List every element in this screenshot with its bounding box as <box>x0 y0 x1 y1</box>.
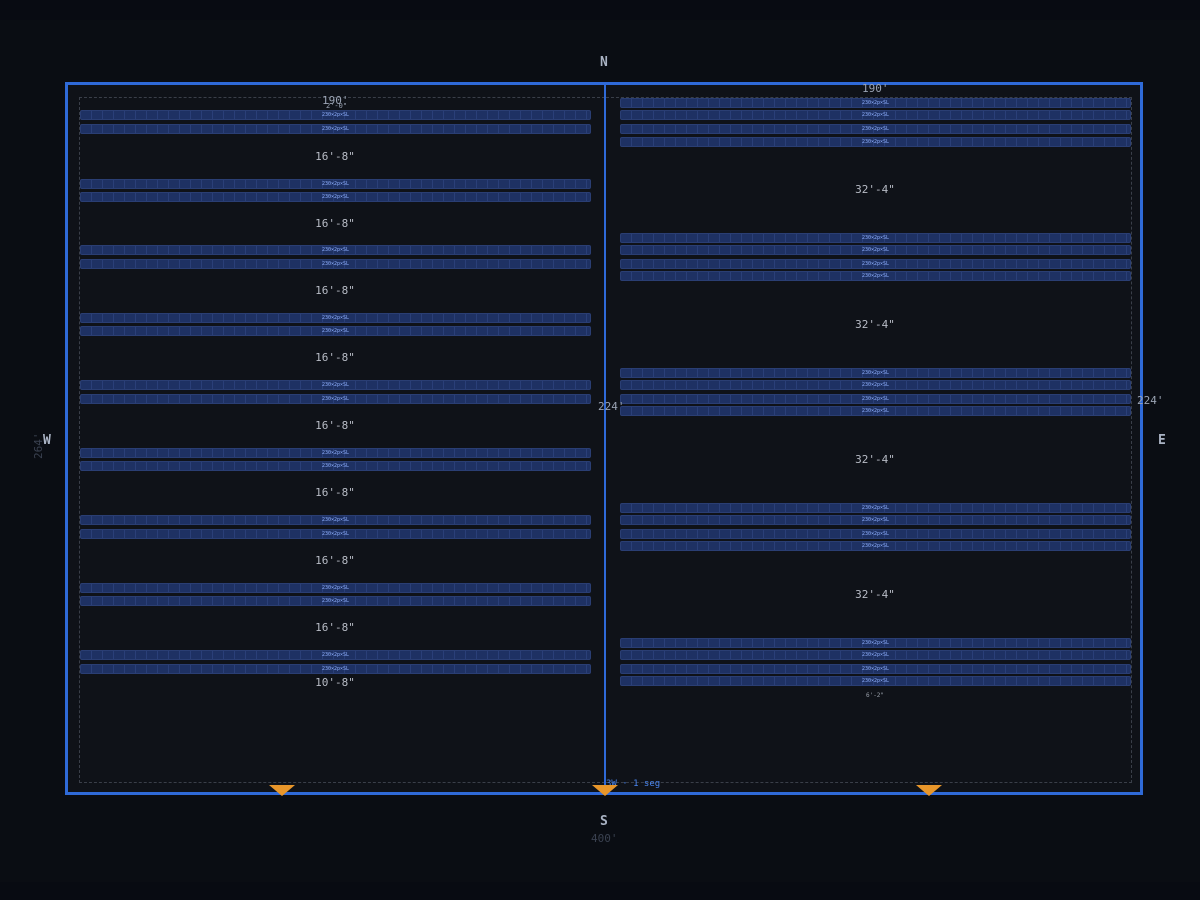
compass-east: E <box>1158 433 1166 448</box>
right-row-spacing-label: 32'-4" <box>855 452 895 466</box>
left-row-label: 230×2p×SL <box>321 463 350 469</box>
right-row-spacing-label: 32'-4" <box>855 317 895 331</box>
top-bar <box>0 0 1200 20</box>
left-row-label: 230×2p×SL <box>321 652 350 658</box>
right-row-label: 230×2p×SL <box>861 370 890 376</box>
inverter-marker-3[interactable] <box>916 785 942 796</box>
left-row-spacing-label: 10'-8" <box>315 676 355 689</box>
left-row-spacing-label: 16'-8" <box>315 284 355 297</box>
right-row-label: 230×2p×SL <box>861 640 890 646</box>
compass-north: N <box>600 55 608 70</box>
left-row-label: 230×2p×SL <box>321 450 350 456</box>
dim-bottom: 400' <box>591 832 618 845</box>
right-row-label: 230×2p×SL <box>861 235 890 241</box>
left-row-label: 230×2p×SL <box>321 598 350 604</box>
dim-top-left-small: 2'-0" <box>326 102 348 110</box>
right-row-label: 230×2p×SL <box>861 126 890 132</box>
left-row-spacing-label: 16'-8" <box>315 419 355 432</box>
right-row-spacing-label: 32'-4" <box>855 183 895 196</box>
left-row-label: 230×2p×SL <box>321 585 350 591</box>
left-row-label: 230×2p×SL <box>321 181 350 187</box>
center-divider[interactable] <box>604 84 606 794</box>
right-end-spacing-label: 6'-2" <box>865 692 885 699</box>
right-row-label: 230×2p×SL <box>861 247 890 253</box>
left-row-spacing-label: 16'-8" <box>315 554 355 567</box>
left-row-label: 230×2p×SL <box>321 666 350 672</box>
right-row-label: 230×2p×SL <box>861 678 890 684</box>
right-row-label: 230×2p×SL <box>861 261 890 267</box>
left-row-label: 230×2p×SL <box>321 247 350 253</box>
left-row-label: 230×2p×SL <box>321 382 350 388</box>
right-row-label: 230×2p×SL <box>861 517 890 523</box>
dim-left: 264' <box>32 432 45 460</box>
right-row-label: 230×2p×SL <box>861 396 890 402</box>
left-row-label: 230×2p×SL <box>321 194 350 200</box>
left-row-label: 230×2p×SL <box>321 328 350 334</box>
right-row-label: 230×2p×SL <box>861 382 890 388</box>
left-row-label: 230×2p×SL <box>321 315 350 321</box>
bottom-bar <box>0 882 1200 900</box>
left-row-label: 230×2p×SL <box>321 112 350 118</box>
left-row-label: 230×2p×SL <box>321 396 350 402</box>
right-row-label: 230×2p×SL <box>861 652 890 658</box>
compass-south: S <box>600 814 608 829</box>
right-row-label: 230×2p×SL <box>861 112 890 118</box>
dim-center-height: 224' <box>598 400 625 413</box>
inverter-marker-2[interactable] <box>592 785 618 796</box>
left-row-spacing-label: 16'-8" <box>315 351 355 364</box>
right-row-label: 230×2p×SL <box>861 139 890 145</box>
left-row-spacing-label: 16'-8" <box>315 621 355 634</box>
right-row-label: 230×2p×SL <box>861 666 890 672</box>
left-row-spacing-label: 16'-8" <box>315 149 355 163</box>
left-row-label: 230×2p×SL <box>321 531 350 537</box>
dim-right-height: 224' <box>1137 394 1164 407</box>
right-row-label: 230×2p×SL <box>861 408 890 414</box>
inverter-marker-1[interactable] <box>269 785 295 796</box>
left-row-label: 230×2p×SL <box>321 261 350 267</box>
left-row-spacing-label: 16'-8" <box>315 486 355 499</box>
right-row-label: 230×2p×SL <box>861 273 890 279</box>
right-row-label: 230×2p×SL <box>861 543 890 549</box>
left-row-label: 230×2p×SL <box>321 517 350 523</box>
left-row-label: 230×2p×SL <box>321 126 350 132</box>
right-row-label: 230×2p×SL <box>861 531 890 537</box>
right-row-spacing-label: 32'-4" <box>855 587 895 601</box>
dim-top-right: 190' <box>862 82 889 95</box>
right-row-label: 230×2p×SL <box>861 100 890 106</box>
right-row-label: 230×2p×SL <box>861 505 890 511</box>
left-row-spacing-label: 16'-8" <box>315 216 355 230</box>
